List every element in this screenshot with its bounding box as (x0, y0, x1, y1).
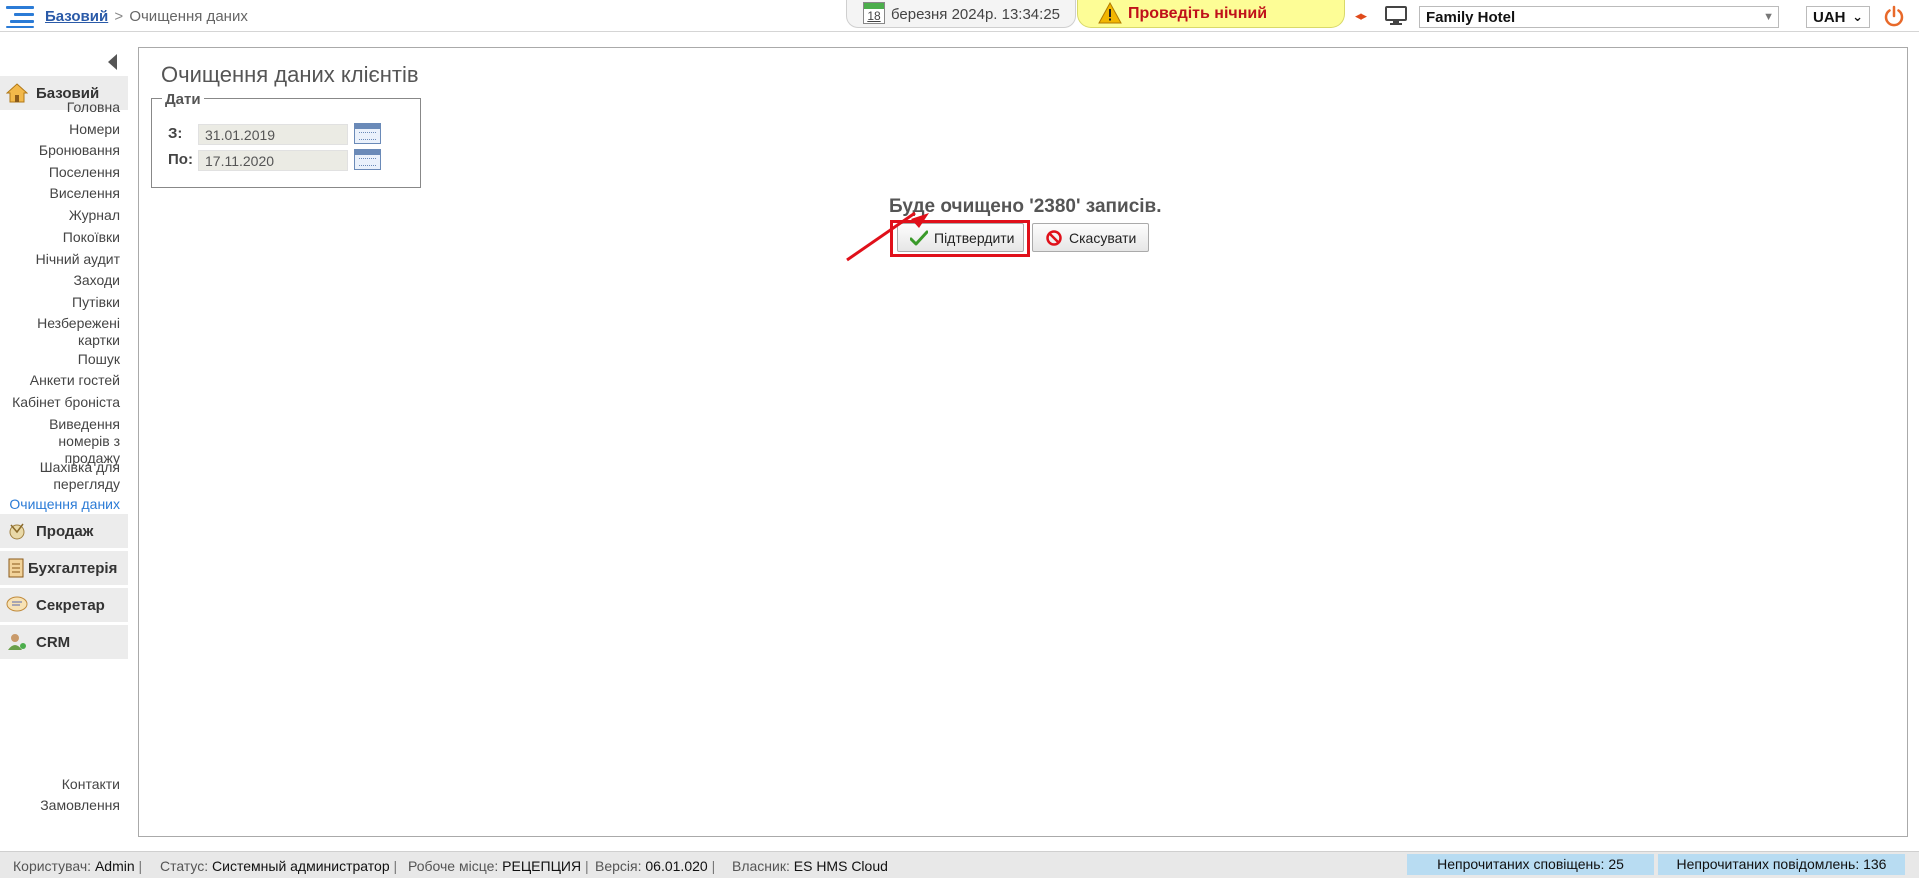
user-value: Admin (94, 858, 135, 874)
currency-select[interactable]: UAH ⌄ (1806, 6, 1870, 28)
main-panel: Очищення даних клієнтів Дати З: По: Буде… (138, 47, 1908, 837)
monitor-icon[interactable] (1385, 6, 1407, 26)
hotel-select-value: Family Hotel (1426, 9, 1516, 26)
sale-icon (9, 523, 25, 540)
chevron-down-icon: ⌄ (1852, 9, 1863, 24)
unread-notifications-badge[interactable]: Непрочитаних сповіщень: 25 (1407, 854, 1654, 875)
current-datetime: березня 2024р. 13:34:25 (891, 6, 1061, 23)
version-value: 06.01.020 (645, 858, 708, 874)
sidebar-item-check-out[interactable]: Виселення (0, 185, 120, 202)
menu-toggle-icon[interactable] (6, 4, 34, 28)
status-value: Системный администратор (212, 858, 390, 874)
sidebar-item-journal[interactable]: Журнал (0, 207, 120, 224)
hotel-select[interactable]: Family Hotel ▼ (1419, 6, 1779, 28)
status-separator: | (585, 858, 589, 874)
status-owner: Власник: ES HMS Cloud (732, 858, 888, 874)
power-icon[interactable] (1883, 5, 1905, 27)
sidebar-item-unsaved-cards[interactable]: Незбережені картки (0, 315, 120, 349)
sidebar-item-guest-forms[interactable]: Анкети гостей (0, 372, 120, 389)
workplace-value: РЕЦЕПЦИЯ (502, 858, 582, 874)
sidebar-item-main[interactable]: Головна (0, 99, 120, 116)
status-separator: | (711, 858, 716, 874)
sidebar-item-search[interactable]: Пошук (0, 351, 120, 368)
swap-arrows-icon[interactable]: ◂▸ (1355, 8, 1367, 24)
breadcrumb-separator: > (114, 8, 124, 25)
breadcrumb-current: Очищення даних (129, 8, 248, 25)
sidebar-section-label: Бухгалтерія (28, 560, 118, 577)
workplace-label: Робоче місце: (408, 858, 499, 874)
user-label: Користувач: (13, 858, 92, 874)
red-arrow-annotation (846, 211, 929, 262)
status-label: Статус: (160, 858, 209, 874)
status-separator: | (138, 858, 143, 874)
owner-label: Власник: (732, 858, 790, 874)
breadcrumb-home-link[interactable]: Базовий (45, 8, 108, 25)
top-bar: Базовий > Очищення даних 18 березня 2024… (0, 0, 1919, 32)
sidebar-section-secretary[interactable]: Секретар (0, 588, 128, 622)
status-bar: Користувач: Admin | Статус: Системный ад… (0, 851, 1919, 878)
chevron-down-icon: ▼ (1763, 11, 1774, 23)
sidebar: Базовий Головна Номери Бронювання Поселе… (0, 46, 128, 846)
status-user: Користувач: Admin | (13, 858, 142, 874)
sidebar-section-label: Секретар (36, 597, 105, 614)
collapse-sidebar-icon[interactable] (108, 54, 117, 70)
secretary-icon (6, 596, 28, 612)
sidebar-section-label: Продаж (36, 523, 94, 540)
sidebar-item-contacts[interactable]: Контакти (0, 776, 120, 793)
warning-text: Проведіть нічний (1128, 5, 1268, 22)
status-separator: | (393, 858, 398, 874)
crm-icon (8, 634, 26, 650)
breadcrumb: Базовий > Очищення даних (45, 8, 248, 25)
sidebar-section-sale[interactable]: Продаж (0, 514, 128, 548)
calendar-icon: 18 (863, 2, 885, 24)
owner-value: ES HMS Cloud (793, 858, 888, 874)
sidebar-item-night-audit[interactable]: Нічний аудит (0, 251, 120, 268)
sidebar-item-vouchers[interactable]: Путівки (0, 294, 120, 311)
sidebar-item-chess-view[interactable]: Шахівка для перегляду (0, 459, 120, 493)
version-label: Версія: (595, 858, 642, 874)
sidebar-item-data-cleanup[interactable]: Очищення даних (0, 496, 120, 513)
sidebar-section-accounting[interactable]: Бухгалтерія (0, 551, 128, 585)
sidebar-item-rooms[interactable]: Номери (0, 121, 120, 138)
night-audit-warning[interactable]: Проведіть нічний (1077, 0, 1345, 28)
warning-icon (1098, 2, 1122, 24)
sidebar-item-housekeeping[interactable]: Покоївки (0, 229, 120, 246)
status-version: Версія: 06.01.020 | (595, 858, 715, 874)
calendar-day: 18 (867, 9, 881, 23)
accounting-icon (8, 558, 24, 578)
sidebar-item-orders[interactable]: Замовлення (0, 797, 120, 814)
status-role: Статус: Системный администратор | (160, 858, 397, 874)
sidebar-section-label: CRM (36, 634, 71, 651)
sidebar-item-check-in[interactable]: Поселення (0, 164, 120, 181)
sidebar-section-crm[interactable]: CRM (0, 625, 128, 659)
status-workplace: Робоче місце: РЕЦЕПЦИЯ | (408, 858, 589, 874)
unread-messages-badge[interactable]: Непрочитаних повідомлень: 136 (1658, 854, 1905, 875)
currency-value: UAH (1813, 9, 1846, 26)
sidebar-item-booker-cabinet[interactable]: Кабінет броніста (0, 394, 120, 411)
date-time-panel: 18 березня 2024р. 13:34:25 (846, 0, 1076, 28)
sidebar-item-booking[interactable]: Бронювання (0, 142, 120, 159)
sidebar-item-events[interactable]: Заходи (0, 272, 120, 289)
